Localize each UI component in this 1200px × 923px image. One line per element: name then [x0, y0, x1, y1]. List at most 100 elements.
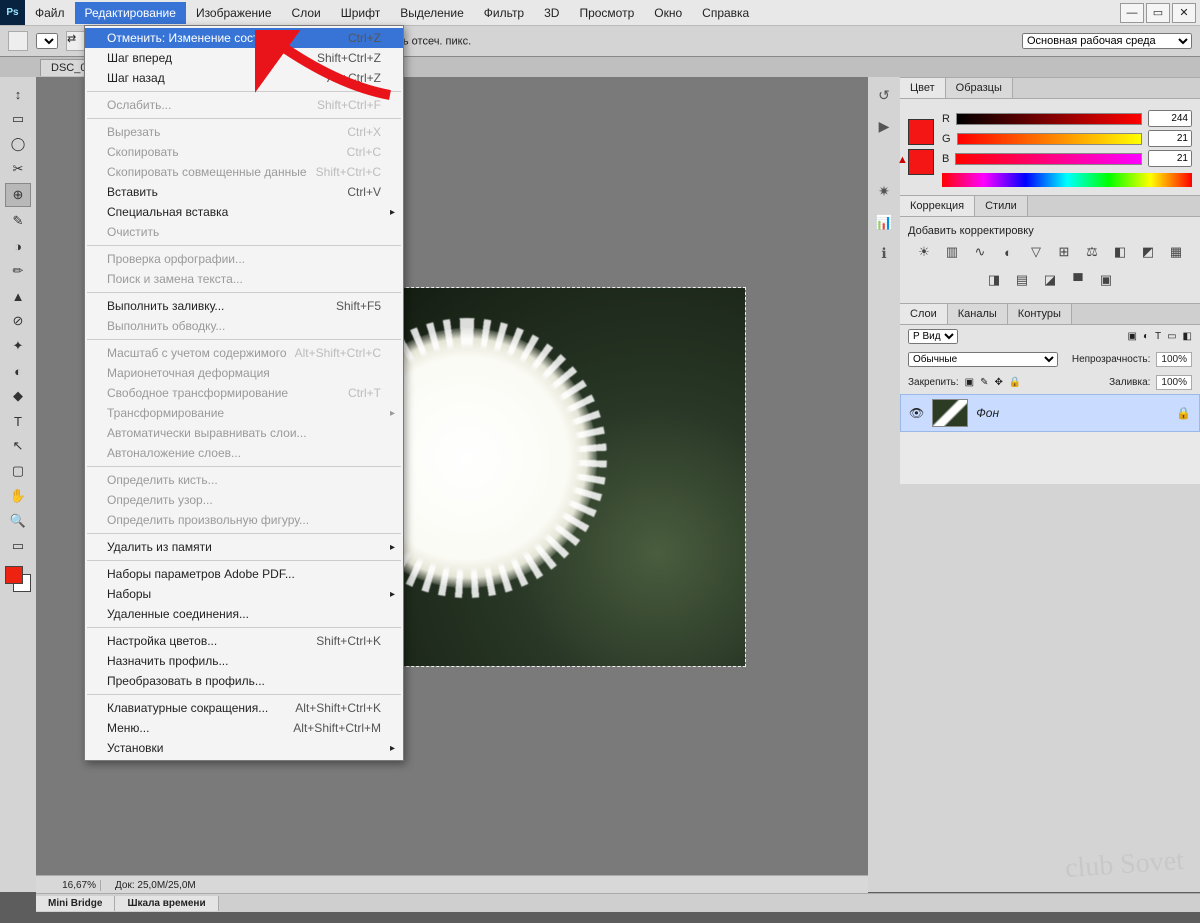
menu-item[interactable]: Шаг впередShift+Ctrl+Z	[85, 48, 403, 68]
adj-thresh-icon[interactable]: ◪	[1041, 271, 1059, 289]
filter-smart-icon[interactable]: ◧	[1183, 331, 1192, 342]
fill-input[interactable]: 100%	[1156, 375, 1192, 390]
tool-14[interactable]: ↖	[6, 435, 30, 457]
filter-type-icon[interactable]: T	[1155, 331, 1161, 342]
r-input[interactable]	[1148, 110, 1192, 127]
layer-name[interactable]: Фон	[976, 406, 1168, 420]
maximize-button[interactable]: ▭	[1146, 3, 1170, 23]
adj-colorbal-icon[interactable]: ⚖	[1083, 243, 1101, 261]
menu-item[interactable]: Специальная вставка	[85, 202, 403, 222]
adj-invert-icon[interactable]: ◨	[985, 271, 1003, 289]
menu-item[interactable]: Меню...Alt+Shift+Ctrl+M	[85, 718, 403, 738]
tool-9[interactable]: ⊘	[6, 310, 30, 332]
tool-18[interactable]: ▭	[6, 535, 30, 557]
menu-справка[interactable]: Справка	[692, 2, 759, 24]
lock-all-icon[interactable]: 🔒	[1009, 377, 1021, 388]
play-icon[interactable]: ▶	[879, 118, 890, 135]
tool-12[interactable]: ◆	[6, 385, 30, 407]
tool-8[interactable]: ▲	[6, 285, 30, 307]
color-spectrum[interactable]	[942, 173, 1192, 187]
menu-item[interactable]: Удалить из памяти	[85, 537, 403, 557]
tab-swatches[interactable]: Образцы	[946, 78, 1013, 98]
tab-channels[interactable]: Каналы	[948, 304, 1008, 324]
adj-photo-icon[interactable]: ◩	[1139, 243, 1157, 261]
menu-item[interactable]: Преобразовать в профиль...	[85, 671, 403, 691]
visibility-icon[interactable]: 👁	[909, 406, 924, 420]
menu-окно[interactable]: Окно	[644, 2, 692, 24]
tab-layers[interactable]: Слои	[900, 304, 948, 324]
tool-2[interactable]: ◯	[6, 133, 30, 155]
menu-файл[interactable]: Файл	[25, 2, 75, 24]
menu-item[interactable]: Наборы параметров Adobe PDF...	[85, 564, 403, 584]
adj-selcolor-icon[interactable]: ▣	[1097, 271, 1115, 289]
layer-row[interactable]: 👁 Фон 🔒	[900, 394, 1200, 432]
menu-item[interactable]: Наборы	[85, 584, 403, 604]
history-icon[interactable]: ↺	[878, 87, 890, 104]
adj-poster-icon[interactable]: ▤	[1013, 271, 1031, 289]
menu-изображение[interactable]: Изображение	[186, 2, 282, 24]
layer-kind-select[interactable]: Р Вид	[908, 329, 958, 344]
tool-15[interactable]: ▢	[6, 460, 30, 482]
tab-color[interactable]: Цвет	[900, 78, 946, 98]
background-swatch[interactable]: ▲	[908, 149, 934, 175]
foreground-swatch[interactable]	[908, 119, 934, 145]
menu-редактирование[interactable]: Редактирование	[75, 2, 186, 24]
menu-item[interactable]: Выполнить заливку...Shift+F5	[85, 296, 403, 316]
menu-item[interactable]: Отменить: Изменение состоянияCtrl+Z	[85, 28, 403, 48]
opacity-input[interactable]: 100%	[1156, 352, 1192, 367]
crop-tool-icon[interactable]	[8, 31, 28, 51]
adj-gradmap-icon[interactable]: ▀	[1069, 271, 1087, 289]
menu-слои[interactable]: Слои	[282, 2, 331, 24]
menu-item[interactable]: Установки	[85, 738, 403, 758]
filter-pixel-icon[interactable]: ▣	[1127, 331, 1136, 342]
adj-exposure-icon[interactable]: ◐	[999, 243, 1017, 261]
close-button[interactable]: ✕	[1172, 3, 1196, 23]
histogram-icon[interactable]: 📊	[875, 214, 892, 231]
menu-item[interactable]: ВставитьCtrl+V	[85, 182, 403, 202]
doc-info[interactable]: Док: 25,0M/25,0M	[101, 880, 196, 891]
blend-mode-select[interactable]: Обычные	[908, 352, 1058, 367]
info-icon[interactable]: ℹ	[881, 245, 886, 262]
tool-3[interactable]: ✂	[6, 158, 30, 180]
tool-5[interactable]: ✎	[6, 210, 30, 232]
tab-mini-bridge[interactable]: Mini Bridge	[36, 896, 115, 911]
swap-icon[interactable]: ⇄	[66, 31, 86, 51]
tab-styles[interactable]: Стили	[975, 196, 1028, 216]
menu-item[interactable]: Клавиатурные сокращения...Alt+Shift+Ctrl…	[85, 698, 403, 718]
zoom-level[interactable]: 16,67%	[36, 880, 101, 891]
filter-adjust-icon[interactable]: ◐	[1143, 331, 1149, 342]
b-input[interactable]	[1148, 150, 1192, 167]
menu-3d[interactable]: 3D	[534, 2, 569, 24]
menu-выделение[interactable]: Выделение	[390, 2, 474, 24]
g-slider[interactable]	[957, 133, 1142, 145]
tool-4[interactable]: ⊕	[5, 183, 31, 207]
tab-paths[interactable]: Контуры	[1008, 304, 1072, 324]
tool-0[interactable]: ↕	[6, 83, 30, 105]
image-document[interactable]	[396, 287, 746, 667]
menu-item[interactable]: Настройка цветов...Shift+Ctrl+K	[85, 631, 403, 651]
adj-huesat-icon[interactable]: ⊞	[1055, 243, 1073, 261]
menu-просмотр[interactable]: Просмотр	[569, 2, 644, 24]
menu-item[interactable]: Назначить профиль...	[85, 651, 403, 671]
menu-item[interactable]: Шаг назадAlt+Ctrl+Z	[85, 68, 403, 88]
b-slider[interactable]	[955, 153, 1142, 165]
tool-17[interactable]: 🔍	[6, 510, 30, 532]
tab-timeline[interactable]: Шкала времени	[115, 896, 218, 911]
tool-13[interactable]: T	[6, 410, 30, 432]
lock-pixel-icon[interactable]: ✎	[980, 377, 988, 388]
minimize-button[interactable]: ―	[1120, 3, 1144, 23]
workspace-select[interactable]: Основная рабочая среда	[1022, 33, 1192, 49]
adj-curves-icon[interactable]: ∿	[971, 243, 989, 261]
adj-brightness-icon[interactable]: ☀	[915, 243, 933, 261]
color-swatches[interactable]	[5, 566, 31, 592]
menu-item[interactable]: Удаленные соединения...	[85, 604, 403, 624]
menu-шрифт[interactable]: Шрифт	[331, 2, 390, 24]
tool-16[interactable]: ✋	[6, 485, 30, 507]
tab-adjustments[interactable]: Коррекция	[900, 196, 975, 216]
tool-7[interactable]: ✏	[6, 260, 30, 282]
adj-bw-icon[interactable]: ◧	[1111, 243, 1129, 261]
tool-11[interactable]: ◐	[6, 360, 30, 382]
tool-1[interactable]: ▭	[6, 108, 30, 130]
lock-pos-icon[interactable]: ✥	[995, 377, 1003, 388]
menu-фильтр[interactable]: Фильтр	[474, 2, 534, 24]
